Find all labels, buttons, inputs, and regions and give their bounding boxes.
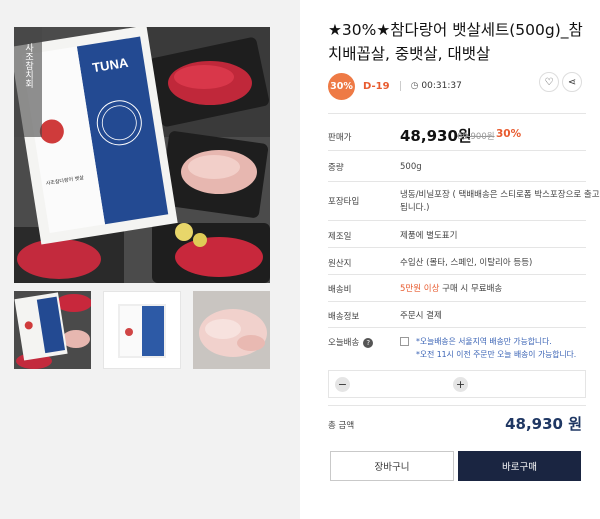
package-type-value-line2: 됩니다.) xyxy=(400,203,430,213)
manufacture-date-label: 제조일 xyxy=(328,232,352,242)
package-type-label: 포장타입 xyxy=(328,197,360,207)
total-label: 총 금액 xyxy=(328,421,355,431)
share-icon: ⋖ xyxy=(567,76,577,88)
original-price: 69,900원 xyxy=(457,132,495,142)
today-delivery-label: 오늘배송? xyxy=(328,336,374,348)
divider xyxy=(328,220,586,221)
shipping-info-label: 배송정보 xyxy=(328,312,360,322)
thumbnail-3-image xyxy=(192,291,270,369)
thumbnail-1[interactable] xyxy=(14,291,92,369)
thumbnail-3[interactable] xyxy=(192,291,270,369)
shipping-fee-value: 5만원 이상 구매 시 무료배송 xyxy=(400,283,502,296)
divider xyxy=(328,247,586,248)
free-shipping-text: 구매 시 무료배송 xyxy=(439,284,503,294)
product-gallery: TUNA 사조참다랑어 뱃살 사조참치회 ← → xyxy=(0,0,300,519)
quantity-stepper: − 1 + xyxy=(328,370,586,398)
product-title: ★30%★참다랑어 뱃살세트(500g)_참치배꼽살, 중뱃살, 대뱃살 xyxy=(328,21,583,63)
dday-label: D-19 xyxy=(363,80,390,92)
weight-label: 중량 xyxy=(328,163,344,173)
shipping-info-value: 주문시 결제 xyxy=(400,311,442,321)
thumbnail-1-image xyxy=(14,291,92,369)
add-to-cart-button[interactable]: 장바구니 xyxy=(330,451,454,481)
thumbnail-strip xyxy=(14,291,270,369)
price-label: 판매가 xyxy=(328,133,352,143)
main-product-image[interactable]: TUNA 사조참다랑어 뱃살 사조참치회 ← → xyxy=(14,27,270,283)
today-delivery-notice-2: *오전 11시 이전 주문만 오늘 배송이 가능합니다. xyxy=(416,350,577,359)
meta-divider xyxy=(399,81,401,91)
divider xyxy=(328,150,586,151)
discount-rate: 30% xyxy=(496,128,522,140)
today-delivery-label-text: 오늘배송 xyxy=(328,338,360,348)
divider xyxy=(328,113,586,114)
divider xyxy=(328,301,586,302)
countdown-timer: 00:31:37 xyxy=(421,81,462,91)
wishlist-button[interactable]: ♡ xyxy=(539,72,559,92)
side-logo-text: 사조참치회 xyxy=(23,43,33,89)
quantity-increase-button[interactable]: + xyxy=(453,377,468,392)
tuna-set-photo: TUNA 사조참다랑어 뱃살 사조참치회 xyxy=(14,27,270,283)
question-icon[interactable]: ? xyxy=(363,337,374,348)
share-button[interactable]: ⋖ xyxy=(562,72,582,92)
package-type-value-line1: 냉동/비닐포장 ( 택배배송은 스티로폼 박스포장으로 출고 xyxy=(400,190,600,200)
weight-value: 500g xyxy=(400,162,422,172)
thumbnail-2[interactable] xyxy=(103,291,181,369)
product-info-panel: ★30%★참다랑어 뱃살세트(500g)_참치배꼽살, 중뱃살, 대뱃살 30%… xyxy=(300,0,600,519)
heart-icon: ♡ xyxy=(544,76,554,88)
thumbnail-2-image xyxy=(104,292,180,368)
manufacture-date-value: 제품에 별도표기 xyxy=(400,231,458,241)
divider xyxy=(328,181,586,182)
origin-value: 수입산 (몰타, 스페인, 이탈리아 등등) xyxy=(400,258,533,268)
free-shipping-threshold: 5만원 이상 xyxy=(400,284,440,294)
today-delivery-notice-1: *오늘배송은 서울지역 배송만 가능합니다. xyxy=(416,337,552,346)
divider xyxy=(328,327,586,328)
shipping-fee-label: 배송비 xyxy=(328,285,352,295)
buy-now-button[interactable]: 바로구매 xyxy=(458,451,581,481)
origin-label: 원산지 xyxy=(328,259,352,269)
today-delivery-checkbox[interactable] xyxy=(400,337,409,346)
divider xyxy=(328,274,586,275)
total-price: 48,930 원 xyxy=(505,415,582,433)
divider xyxy=(328,405,586,406)
clock-icon: ◷ xyxy=(410,81,419,91)
discount-badge: 30% xyxy=(328,72,355,100)
